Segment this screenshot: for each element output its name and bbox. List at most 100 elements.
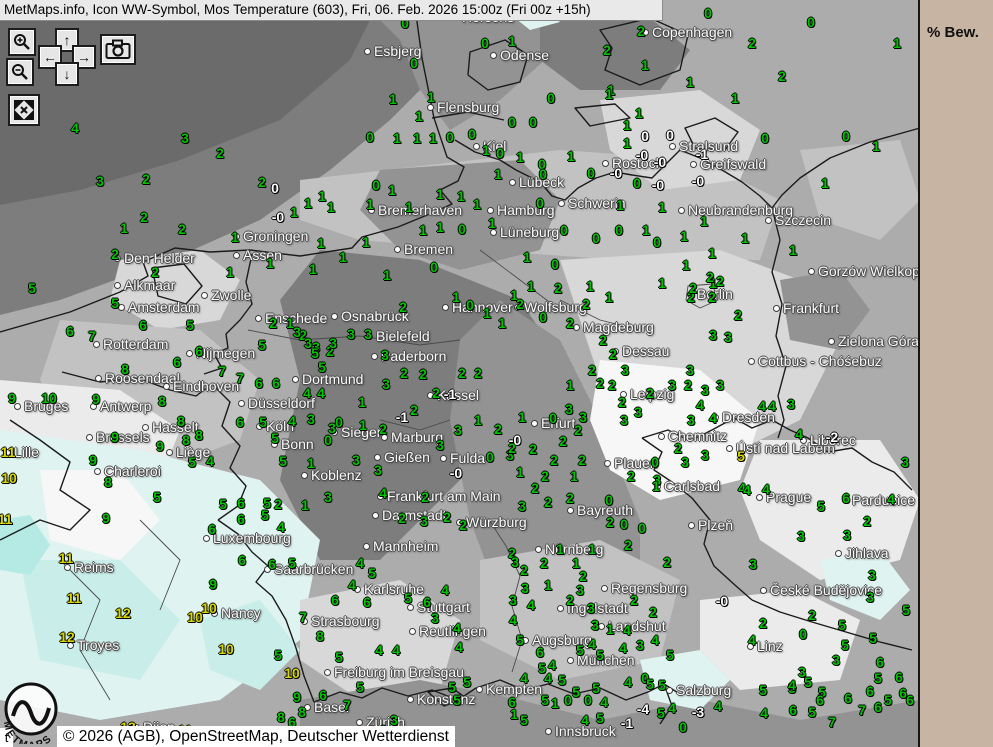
- temp-value: 2: [140, 209, 148, 225]
- temp-value: 1: [680, 228, 688, 244]
- temp-value: 2: [599, 332, 607, 348]
- city-marker-icon: [324, 669, 331, 676]
- temp-value: 9: [209, 576, 217, 592]
- city-label: Osnabrück: [331, 308, 409, 324]
- temp-value: 1: [304, 195, 312, 211]
- fullscreen-button[interactable]: [8, 94, 40, 126]
- temp-value: 2: [529, 441, 537, 457]
- temp-value: 10: [187, 609, 203, 625]
- temp-value: 0: [615, 222, 623, 238]
- temp-value: 1: [419, 222, 427, 238]
- temp-value: 0: [366, 129, 374, 145]
- city-label: Pardubice: [842, 492, 915, 508]
- temp-value: 5: [368, 565, 376, 581]
- temp-value: 9: [111, 429, 119, 445]
- temp-value: 0: [807, 14, 815, 30]
- city-marker-icon: [394, 246, 401, 253]
- temp-value: 5: [279, 453, 287, 469]
- temp-value: 2: [808, 607, 816, 623]
- temp-value: 4: [668, 700, 676, 716]
- city-label: Frankfurt: [773, 300, 839, 316]
- city-label: Magdeburg: [573, 319, 654, 335]
- temp-value: 6: [268, 556, 276, 572]
- temp-value: 2: [178, 221, 186, 237]
- temp-value: 2: [494, 421, 502, 437]
- temp-value: 1: [700, 213, 708, 229]
- temp-value: 9: [293, 689, 301, 705]
- copyright-bar: © 2026 (AGB), OpenStreetMap, Deutscher W…: [57, 726, 455, 747]
- weather-map-app: HorsensEsbjergOdenseCopenhagenFlensburgK…: [0, 0, 993, 747]
- city-marker-icon: [363, 543, 370, 550]
- temp-value: 2: [400, 365, 408, 381]
- temp-value: 1: [429, 130, 437, 146]
- city-label: Chemnitz: [658, 428, 727, 444]
- temp-value: 3: [293, 324, 301, 340]
- city-marker-icon: [678, 207, 685, 214]
- temp-value: 5: [558, 672, 566, 688]
- map-canvas[interactable]: HorsensEsbjergOdenseCopenhagenFlensburgK…: [0, 0, 920, 747]
- temp-value: 2: [748, 35, 756, 51]
- temp-value: 5: [838, 617, 846, 633]
- temp-value: 0: [842, 128, 850, 144]
- temp-value: 3: [509, 592, 517, 608]
- temp-value: 4: [709, 410, 717, 426]
- city-marker-icon: [601, 585, 608, 592]
- temp-value: 1: [327, 199, 335, 215]
- temp-value: 1: [457, 188, 465, 204]
- pan-down-button[interactable]: ↓: [55, 62, 79, 86]
- temp-value: 2: [269, 315, 277, 331]
- temp-value: 5: [335, 649, 343, 665]
- temp-value: 3: [521, 580, 529, 596]
- scale-bar: [920, 0, 993, 747]
- temp-value: 3: [701, 447, 709, 463]
- temp-value: 0: [458, 221, 466, 237]
- temp-value: 0: [641, 128, 649, 144]
- temp-value: -0: [450, 465, 462, 481]
- temp-value: 9: [156, 438, 164, 454]
- screenshot-button[interactable]: [100, 34, 136, 65]
- temp-value: 1: [226, 264, 234, 280]
- zoom-out-button[interactable]: [6, 58, 34, 86]
- temp-value: 0: [539, 166, 547, 182]
- temp-value: 0: [592, 230, 600, 246]
- agb-link[interactable]: (AGB): [118, 728, 161, 745]
- temp-value: 1: [623, 117, 631, 133]
- temp-value: 0: [536, 195, 544, 211]
- temp-value: 2: [142, 171, 150, 187]
- temp-value: 6: [842, 490, 850, 506]
- temp-value: 3: [620, 412, 628, 428]
- temp-value: 0: [584, 692, 592, 708]
- temp-value: 1: [307, 455, 315, 471]
- temp-value: 5: [186, 317, 194, 333]
- temp-value: 6: [895, 669, 903, 685]
- temp-value: 2: [684, 377, 692, 393]
- temp-value: 1: [642, 222, 650, 238]
- temp-value: 0: [653, 234, 661, 250]
- temp-value: 2: [566, 490, 574, 506]
- city-label: Plzeň: [688, 517, 733, 533]
- temp-value: 5: [318, 359, 326, 375]
- temp-value: 9: [8, 390, 16, 406]
- city-marker-icon: [808, 268, 815, 275]
- temp-value: 1: [473, 196, 481, 212]
- temp-value: 3: [436, 437, 444, 453]
- temp-value: 3: [716, 377, 724, 393]
- city-label: Zielona Góra: [828, 333, 919, 349]
- city-marker-icon: [409, 628, 416, 635]
- temp-value: 5: [808, 704, 816, 720]
- temp-value: 2: [778, 68, 786, 84]
- temp-value: 6: [237, 511, 245, 527]
- city-marker-icon: [602, 160, 609, 167]
- temp-value: 10: [201, 600, 217, 616]
- temp-value: 2: [689, 280, 697, 296]
- temp-value: 5: [274, 647, 282, 663]
- temp-value: 4: [788, 677, 796, 693]
- temp-value: 5: [453, 692, 461, 708]
- temp-value: 1: [393, 130, 401, 146]
- temp-value: 6: [876, 654, 884, 670]
- temp-value: 1: [556, 541, 564, 557]
- temp-value: 4: [758, 398, 766, 414]
- zoom-in-button[interactable]: [8, 28, 36, 56]
- openstreetmap-link[interactable]: OpenStreetMap: [169, 728, 278, 745]
- temp-value: 1: [789, 242, 797, 258]
